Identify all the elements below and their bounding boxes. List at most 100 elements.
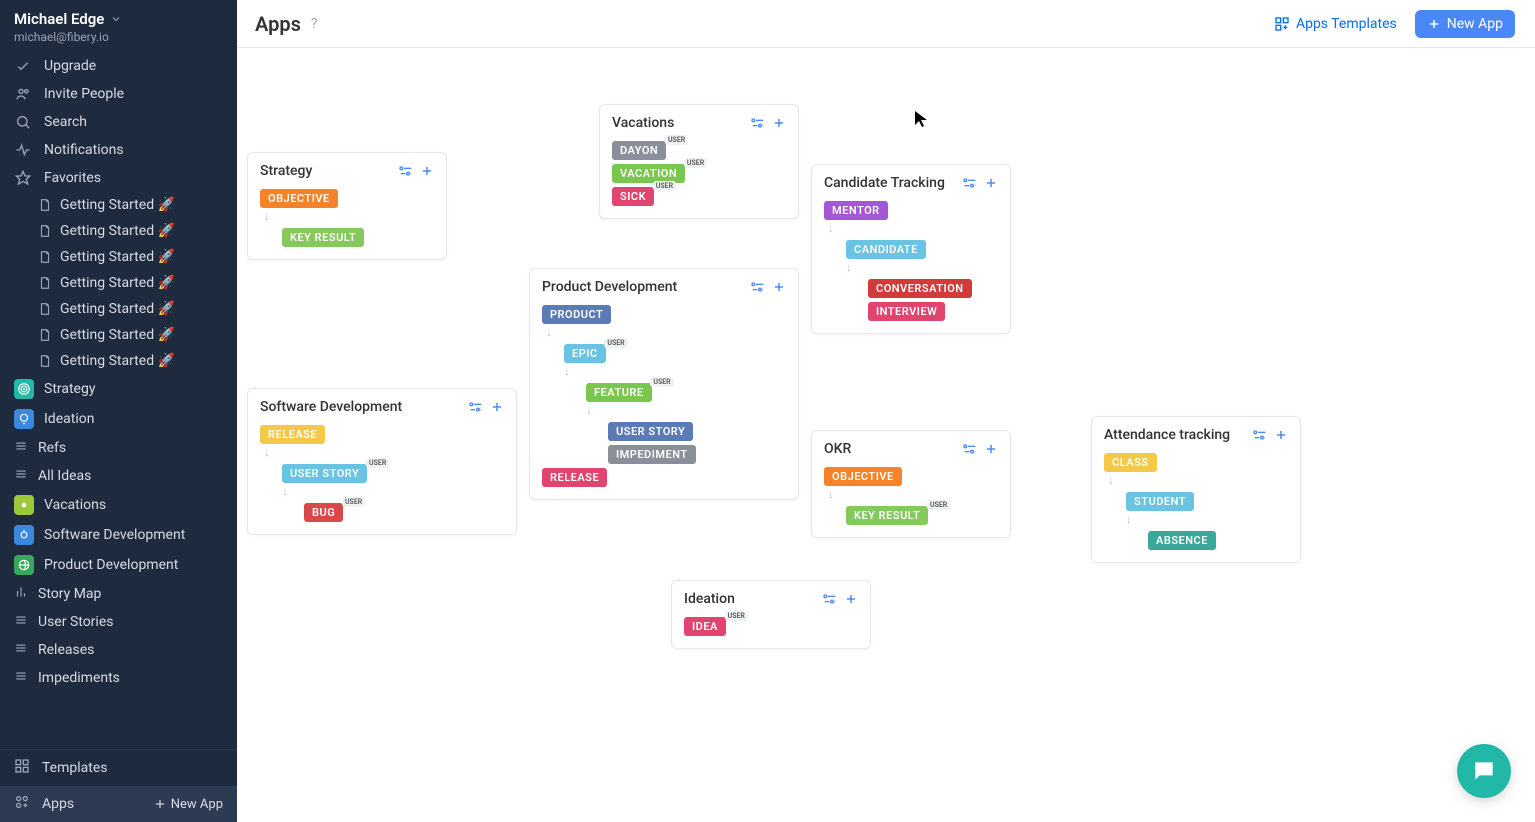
- settings-icon[interactable]: [822, 591, 838, 607]
- sidebar-view-refs[interactable]: Refs: [0, 434, 237, 462]
- user-badge: USER: [725, 611, 748, 621]
- plus-icon[interactable]: [984, 442, 998, 456]
- type-pill[interactable]: MENTOR: [824, 201, 888, 220]
- favorite-item[interactable]: Getting Started 🚀: [0, 270, 237, 296]
- settings-icon[interactable]: [750, 279, 766, 295]
- type-pill[interactable]: RELEASE: [260, 425, 325, 444]
- sidebar-app-product-dev[interactable]: Product Development: [0, 550, 237, 580]
- settings-icon[interactable]: [1252, 427, 1268, 443]
- sidebar-app-software-dev[interactable]: Software Development: [0, 520, 237, 550]
- app-card-attendance[interactable]: Attendance trackingCLASS↓STUDENT↓ABSENCE: [1091, 416, 1301, 563]
- type-pill[interactable]: OBJECTIVE: [260, 189, 338, 208]
- sidebar-view-impediments[interactable]: Impediments: [0, 664, 237, 692]
- nav-upgrade[interactable]: Upgrade: [0, 52, 237, 80]
- type-pill[interactable]: PRODUCT: [542, 305, 611, 324]
- arrow-down-icon: ↓: [846, 263, 998, 275]
- favorite-item[interactable]: Getting Started 🚀: [0, 296, 237, 322]
- type-pill[interactable]: USER STORY: [608, 422, 693, 441]
- type-pill[interactable]: VACATIONUSER: [612, 164, 685, 183]
- type-pill[interactable]: INTERVIEW: [868, 302, 945, 321]
- document-icon: [38, 302, 52, 316]
- mouse-cursor: [914, 110, 928, 132]
- app-card-software_dev[interactable]: Software Development RELEASE ↓ USER STORYUS…: [247, 388, 517, 535]
- app-card-product_dev[interactable]: Product DevelopmentPRODUCT↓EPICUSER↓FEAT…: [529, 268, 799, 500]
- new-app-link[interactable]: New App: [153, 797, 223, 812]
- type-pill[interactable]: OBJECTIVE: [824, 467, 902, 486]
- arrow-down-icon: ↓: [282, 487, 504, 499]
- type-pill[interactable]: SICKUSER: [612, 187, 654, 206]
- type-pill[interactable]: FEATUREUSER: [586, 383, 652, 402]
- type-pill[interactable]: KEY RESULT: [282, 228, 364, 247]
- type-pill[interactable]: USER STORYUSER: [282, 464, 367, 483]
- nav-favorites[interactable]: Favorites: [0, 164, 237, 192]
- plus-icon[interactable]: [772, 116, 786, 130]
- plus-icon[interactable]: [420, 164, 434, 178]
- app-card-strategy[interactable]: StrategyOBJECTIVE↓KEY RESULT: [247, 152, 447, 260]
- app-card-candidate[interactable]: Candidate TrackingMENTOR↓CANDIDATE↓CONVE…: [811, 164, 1011, 334]
- workspace-switcher[interactable]: Michael Edge michael@fibery.io: [0, 0, 237, 52]
- app-card-ideation[interactable]: IdeationIDEAUSER: [671, 580, 871, 649]
- sidebar-view-user-stories[interactable]: User Stories: [0, 608, 237, 636]
- nav-notifications[interactable]: Notifications: [0, 136, 237, 164]
- type-pill[interactable]: KEY RESULTUSER: [846, 506, 928, 525]
- card-title: Software Development: [260, 399, 402, 415]
- settings-icon[interactable]: [962, 441, 978, 457]
- chat-icon: [1471, 758, 1497, 784]
- sidebar-view-story-map[interactable]: Story Map: [0, 580, 237, 608]
- plus-icon[interactable]: [984, 176, 998, 190]
- sidebar-view-all-ideas[interactable]: All Ideas: [0, 462, 237, 490]
- people-icon: [14, 86, 32, 102]
- user-name: Michael Edge: [14, 10, 104, 28]
- plus-icon[interactable]: [772, 280, 786, 294]
- nav-templates[interactable]: Templates: [0, 750, 237, 786]
- nav-apps[interactable]: Apps New App: [0, 786, 237, 822]
- type-row: KEY RESULT: [282, 228, 434, 247]
- type-row: BUGUSER: [304, 503, 504, 522]
- favorite-item[interactable]: Getting Started 🚀: [0, 322, 237, 348]
- nav-search[interactable]: Search: [0, 108, 237, 136]
- page-title: Apps: [255, 12, 301, 36]
- type-pill[interactable]: IDEAUSER: [684, 617, 726, 636]
- help-icon[interactable]: ?: [311, 16, 318, 32]
- card-title: Attendance tracking: [1104, 427, 1230, 443]
- type-pill[interactable]: STUDENT: [1126, 492, 1194, 511]
- sidebar-app-strategy[interactable]: Strategy: [0, 374, 237, 404]
- type-pill[interactable]: CANDIDATE: [846, 240, 926, 259]
- sidebar-app-vacations[interactable]: Vacations: [0, 490, 237, 520]
- type-row: CLASS: [1104, 453, 1288, 472]
- list-icon: [14, 467, 28, 485]
- sidebar-app-ideation[interactable]: Ideation: [0, 404, 237, 434]
- plus-icon[interactable]: [490, 400, 504, 414]
- favorite-item[interactable]: Getting Started 🚀: [0, 218, 237, 244]
- settings-icon[interactable]: [398, 163, 414, 179]
- type-pill[interactable]: CONVERSATION: [868, 279, 972, 298]
- app-card-vacations[interactable]: VacationsDAYONUSERVACATIONUSERSICKUSER: [599, 104, 799, 219]
- favorite-item[interactable]: Getting Started 🚀: [0, 348, 237, 374]
- type-pill[interactable]: EPICUSER: [564, 344, 606, 363]
- type-pill[interactable]: RELEASE: [542, 468, 607, 487]
- intercom-launcher[interactable]: [1457, 744, 1511, 798]
- user-badge: USER: [366, 458, 389, 468]
- type-pill[interactable]: CLASS: [1104, 453, 1157, 472]
- type-pill[interactable]: IMPEDIMENT: [608, 445, 696, 464]
- type-row: VACATIONUSER: [612, 164, 786, 183]
- settings-icon[interactable]: [962, 175, 978, 191]
- favorite-item[interactable]: Getting Started 🚀: [0, 192, 237, 218]
- settings-icon[interactable]: [750, 115, 766, 131]
- type-row: USER STORYUSER: [282, 464, 504, 483]
- plus-icon[interactable]: [844, 592, 858, 606]
- sidebar-view-releases[interactable]: Releases: [0, 636, 237, 664]
- app-card-okr[interactable]: OKROBJECTIVE↓KEY RESULTUSER: [811, 430, 1011, 538]
- type-pill[interactable]: DAYONUSER: [612, 141, 666, 160]
- new-app-button[interactable]: New App: [1415, 10, 1515, 38]
- activity-icon: [14, 142, 32, 158]
- type-row: IMPEDIMENT: [608, 445, 786, 464]
- apps-templates-button[interactable]: Apps Templates: [1266, 10, 1405, 38]
- type-pill[interactable]: BUGUSER: [304, 503, 343, 522]
- nav-invite[interactable]: Invite People: [0, 80, 237, 108]
- favorite-item[interactable]: Getting Started 🚀: [0, 244, 237, 270]
- type-pill[interactable]: ABSENCE: [1148, 531, 1216, 550]
- settings-icon[interactable]: [468, 399, 484, 415]
- apps-canvas[interactable]: StrategyOBJECTIVE↓KEY RESULT Software Dev…: [237, 48, 1535, 822]
- plus-icon[interactable]: [1274, 428, 1288, 442]
